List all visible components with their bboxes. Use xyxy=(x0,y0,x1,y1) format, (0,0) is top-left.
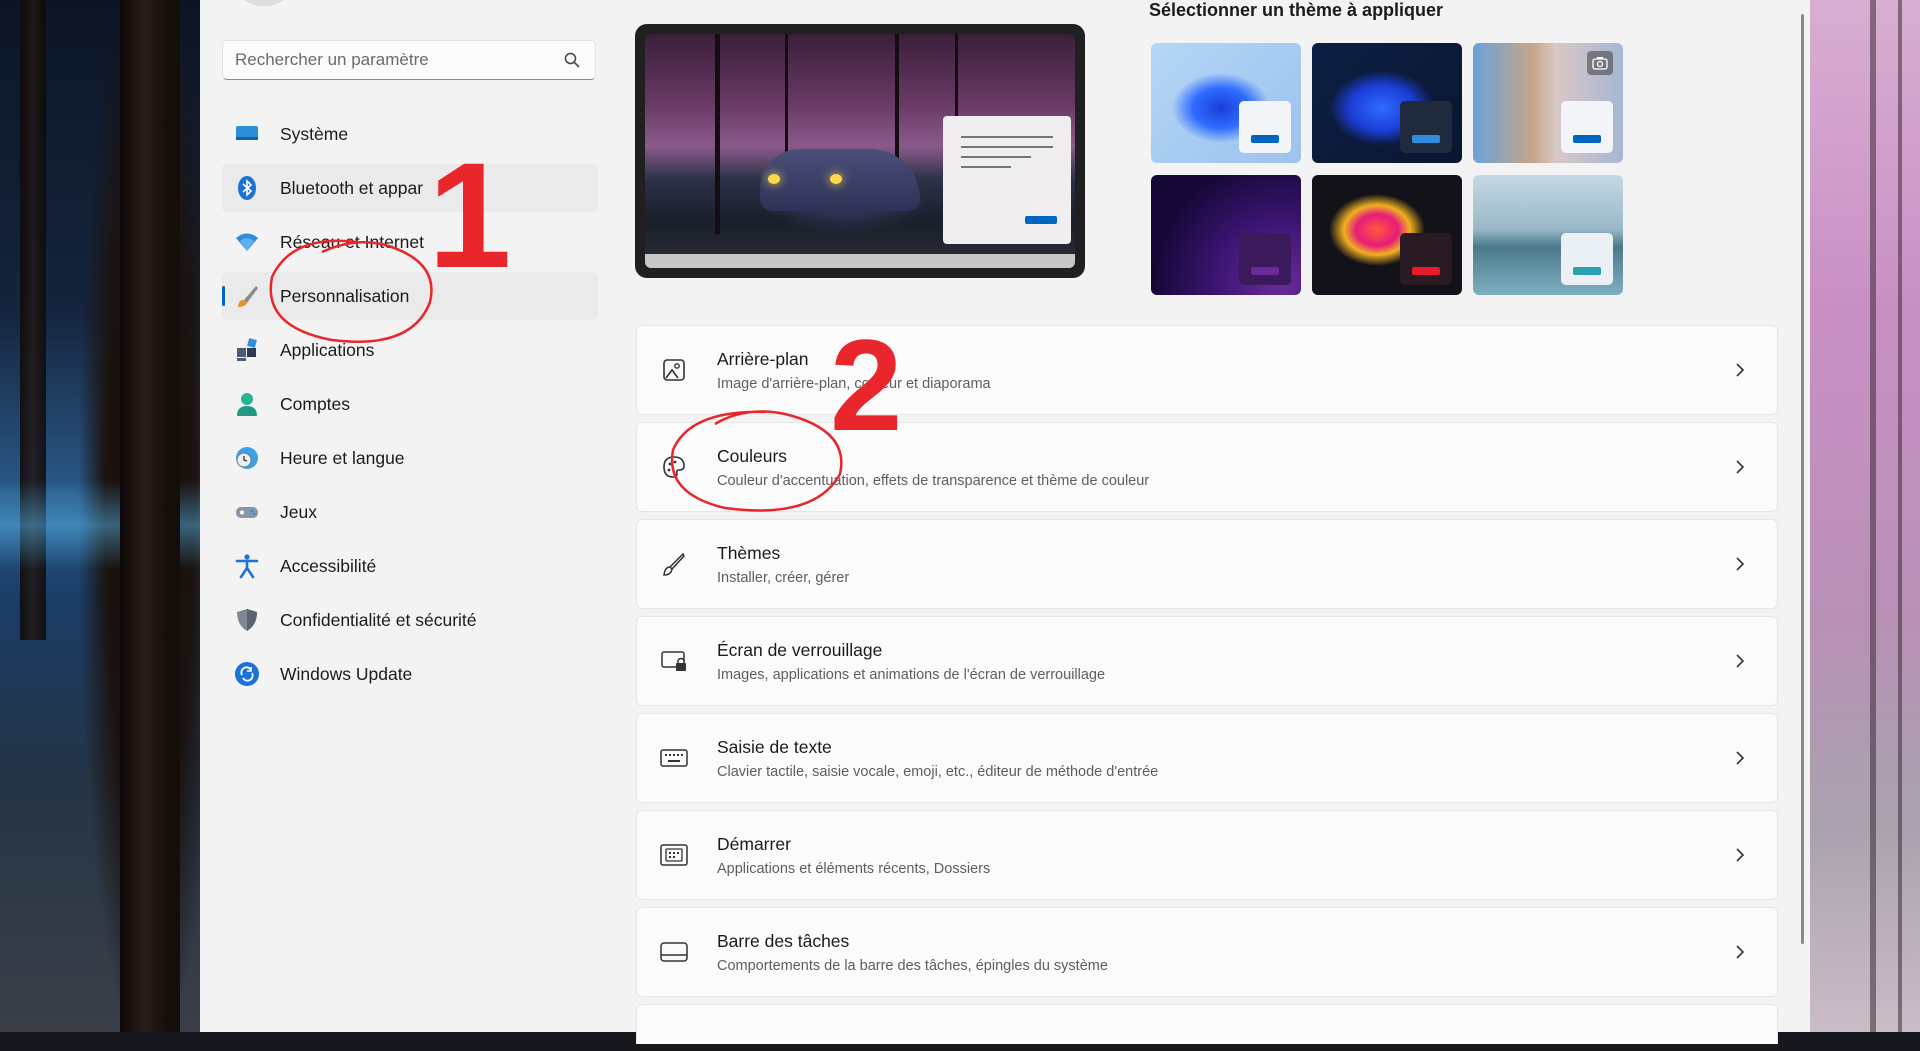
sidebar-item-label: Jeux xyxy=(280,501,317,522)
card-subtitle: Comportements de la barre des tâches, ép… xyxy=(717,957,1108,974)
chevron-right-icon xyxy=(1736,945,1745,959)
theme-tile[interactable] xyxy=(1151,175,1301,295)
card-ecran-verrouillage[interactable]: Écran de verrouillage Images, application… xyxy=(636,616,1778,706)
card-title: Démarrer xyxy=(717,833,791,854)
sidebar-item-label: Comptes xyxy=(280,393,351,414)
taskbar-icon xyxy=(659,937,689,967)
sidebar-item-bluetooth[interactable]: Bluetooth et appar xyxy=(222,164,598,212)
camera-icon xyxy=(1587,51,1613,75)
palette-icon xyxy=(659,452,689,482)
sidebar-item-label: Heure et langue xyxy=(280,447,405,468)
clock-globe-icon xyxy=(234,445,260,471)
chevron-right-icon xyxy=(1736,654,1745,668)
card-demarrer[interactable]: Démarrer Applications et éléments récents… xyxy=(636,810,1778,900)
sidebar-item-confidentialite[interactable]: Confidentialité et sécurité xyxy=(222,596,598,644)
brush-icon xyxy=(234,283,260,309)
card-partial[interactable] xyxy=(636,1004,1778,1044)
card-title: Thèmes xyxy=(717,542,781,563)
sidebar-item-windows-update[interactable]: Windows Update xyxy=(222,650,598,698)
sidebar-item-label: Windows Update xyxy=(280,663,413,684)
wallpaper-tree xyxy=(120,0,180,1032)
update-icon xyxy=(234,661,260,687)
card-title: Barre des tâches xyxy=(717,930,850,951)
apps-icon xyxy=(234,337,260,363)
chevron-right-icon xyxy=(1736,751,1745,765)
search-input[interactable] xyxy=(223,40,563,80)
search-icon[interactable] xyxy=(563,51,581,69)
card-arriere-plan[interactable]: Arrière-plan Image d'arrière-plan, couleu… xyxy=(636,325,1778,415)
sidebar-item-label: Système xyxy=(280,123,349,144)
shield-icon xyxy=(234,607,260,633)
picture-icon xyxy=(659,355,689,385)
sidebar-item-label: Accessibilité xyxy=(280,555,377,576)
scrollbar[interactable] xyxy=(1801,14,1804,944)
sidebar-item-jeux[interactable]: Jeux xyxy=(222,488,598,536)
avatar[interactable] xyxy=(236,0,292,6)
sidebar: Système Bluetooth et appar Réseau et Int… xyxy=(200,0,610,1032)
wifi-icon xyxy=(234,229,260,255)
card-subtitle: Clavier tactile, saisie vocale, emoji, e… xyxy=(717,763,1159,780)
card-title: Saisie de texte xyxy=(717,736,832,757)
card-barre-taches[interactable]: Barre des tâches Comportements de la barr… xyxy=(636,907,1778,997)
accessibility-icon xyxy=(234,553,260,579)
card-subtitle: Image d'arrière-plan, couleur et diapora… xyxy=(717,375,991,392)
sidebar-item-label: Confidentialité et sécurité xyxy=(280,609,477,630)
card-couleurs[interactable]: Couleurs Couleur d'accentuation, effets d… xyxy=(636,422,1778,512)
sidebar-item-accessibilite[interactable]: Accessibilité xyxy=(222,542,598,590)
start-icon xyxy=(659,840,689,870)
theme-preview xyxy=(635,24,1085,278)
chevron-right-icon xyxy=(1736,848,1745,862)
main-content: Sélectionner un thème à appliquer Arrièr… xyxy=(635,0,1810,1044)
sidebar-item-reseau[interactable]: Réseau et Internet xyxy=(222,218,598,266)
sidebar-item-label: Réseau et Internet xyxy=(280,231,424,252)
keyboard-icon xyxy=(659,743,689,773)
card-title: Écran de verrouillage xyxy=(717,639,883,660)
sidebar-nav: Système Bluetooth et appar Réseau et Int… xyxy=(222,110,598,704)
sidebar-item-personnalisation[interactable]: Personnalisation xyxy=(222,272,598,320)
card-subtitle: Images, applications et animations de l'… xyxy=(717,666,1106,683)
settings-window: Système Bluetooth et appar Réseau et Int… xyxy=(200,0,1810,1044)
gamepad-icon xyxy=(234,499,260,525)
chevron-right-icon xyxy=(1736,363,1745,377)
settings-cards: Arrière-plan Image d'arrière-plan, couleu… xyxy=(636,325,1778,1051)
brush-icon xyxy=(659,549,689,579)
preview-wallpaper xyxy=(645,34,1075,268)
theme-tile[interactable] xyxy=(1312,175,1462,295)
chevron-right-icon xyxy=(1736,460,1745,474)
card-title: Arrière-plan xyxy=(717,348,809,369)
preview-taskbar xyxy=(645,254,1075,268)
theme-tile[interactable] xyxy=(1312,43,1462,163)
bluetooth-icon xyxy=(234,175,260,201)
card-saisie-texte[interactable]: Saisie de texte Clavier tactile, saisie v… xyxy=(636,713,1778,803)
monitor-icon xyxy=(234,121,260,147)
themes-heading: Sélectionner un thème à appliquer xyxy=(1149,0,1444,20)
lock-screen-icon xyxy=(659,646,689,676)
sidebar-item-heure-langue[interactable]: Heure et langue xyxy=(222,434,598,482)
theme-tile[interactable] xyxy=(1151,43,1301,163)
sidebar-item-label: Applications xyxy=(280,339,375,360)
sidebar-item-label: Personnalisation xyxy=(280,285,410,306)
sidebar-item-comptes[interactable]: Comptes xyxy=(222,380,598,428)
card-subtitle: Couleur d'accentuation, effets de transp… xyxy=(717,472,1150,489)
desktop-wallpaper-right xyxy=(1810,0,1920,1032)
search-box[interactable] xyxy=(222,40,596,80)
chevron-right-icon xyxy=(1736,557,1745,571)
card-themes[interactable]: Thèmes Installer, créer, gérer xyxy=(636,519,1778,609)
card-subtitle: Installer, créer, gérer xyxy=(717,569,850,586)
card-subtitle: Applications et éléments récents, Dossie… xyxy=(717,860,991,877)
theme-tile[interactable] xyxy=(1473,43,1623,163)
theme-tile[interactable] xyxy=(1473,175,1623,295)
card-title: Couleurs xyxy=(717,445,788,466)
sidebar-item-label: Bluetooth et appar xyxy=(280,177,424,198)
sidebar-item-applications[interactable]: Applications xyxy=(222,326,598,374)
account-icon xyxy=(234,391,260,417)
preview-dialog xyxy=(943,116,1071,244)
desktop-wallpaper-left xyxy=(0,0,200,1032)
sidebar-item-systeme[interactable]: Système xyxy=(222,110,598,158)
